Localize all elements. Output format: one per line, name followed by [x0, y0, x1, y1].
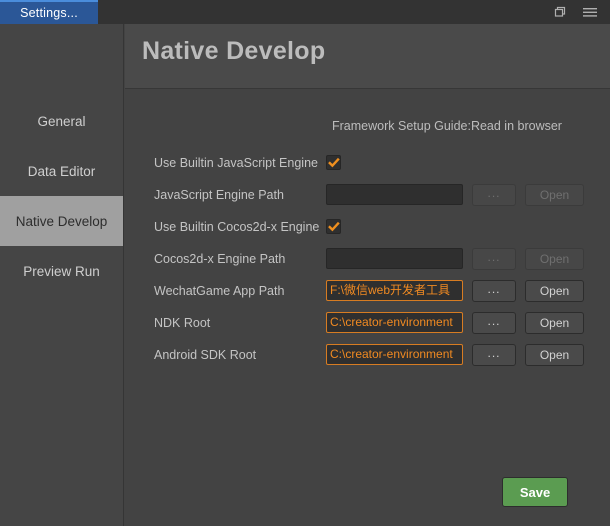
- sidebar-item-preview-run[interactable]: Preview Run: [0, 246, 123, 296]
- row-wechatgame-app-path: WechatGame App Path F:\微信web开发者工具 ... Op…: [126, 275, 610, 306]
- title-bar-spacer: [98, 0, 552, 24]
- javascript-engine-path-input[interactable]: [326, 184, 463, 205]
- android-sdk-root-input[interactable]: C:\creator-environment: [326, 344, 463, 365]
- row-use-builtin-cocos2dx-engine: Use Builtin Cocos2d-x Engine: [126, 211, 610, 242]
- window-controls: [552, 0, 610, 24]
- row-label: Use Builtin JavaScript Engine: [154, 155, 318, 170]
- use-builtin-cocos2dx-engine-checkbox[interactable]: [326, 219, 341, 234]
- row-javascript-engine-path: JavaScript Engine Path ... Open: [126, 179, 610, 210]
- row-label: NDK Root: [154, 315, 211, 330]
- row-label: Android SDK Root: [154, 347, 257, 362]
- javascript-engine-path-browse-button[interactable]: ...: [472, 183, 516, 206]
- wechatgame-app-path-input[interactable]: F:\微信web开发者工具: [326, 280, 463, 301]
- cocos2dx-engine-path-open-button[interactable]: Open: [525, 247, 584, 270]
- tab-settings-label: Settings...: [20, 6, 78, 20]
- row-label: Use Builtin Cocos2d-x Engine: [154, 219, 320, 234]
- wechatgame-app-path-browse-button[interactable]: ...: [472, 279, 516, 302]
- restore-window-icon[interactable]: [552, 4, 568, 20]
- row-label: JavaScript Engine Path: [154, 187, 284, 202]
- wechatgame-app-path-open-button[interactable]: Open: [525, 279, 584, 302]
- page-header: Native Develop: [125, 24, 610, 88]
- framework-setup-guide-link[interactable]: Framework Setup Guide:Read in browser: [332, 119, 562, 133]
- android-sdk-root-browse-button[interactable]: ...: [472, 343, 516, 366]
- native-develop-form: Use Builtin JavaScript Engine JavaScript…: [126, 147, 610, 371]
- sidebar-item-native-develop[interactable]: Native Develop: [0, 196, 123, 246]
- android-sdk-root-open-button[interactable]: Open: [525, 343, 584, 366]
- sidebar-item-general[interactable]: General: [0, 96, 123, 146]
- cocos2dx-engine-path-browse-button[interactable]: ...: [472, 247, 516, 270]
- tab-settings[interactable]: Settings...: [0, 0, 98, 24]
- ndk-root-input[interactable]: C:\creator-environment: [326, 312, 463, 333]
- settings-content: Framework Setup Guide:Read in browser Us…: [126, 89, 610, 526]
- row-use-builtin-javascript-engine: Use Builtin JavaScript Engine: [126, 147, 610, 178]
- row-label: WechatGame App Path: [154, 283, 285, 298]
- title-bar: Settings...: [0, 0, 610, 24]
- page-title: Native Develop: [142, 37, 326, 65]
- sidebar-item-label: General: [37, 113, 86, 129]
- javascript-engine-path-open-button[interactable]: Open: [525, 183, 584, 206]
- sidebar: General Data Editor Native Develop Previ…: [0, 24, 124, 526]
- sidebar-item-label: Preview Run: [23, 263, 100, 279]
- sidebar-item-data-editor[interactable]: Data Editor: [0, 146, 123, 196]
- hamburger-menu-icon[interactable]: [582, 4, 598, 20]
- row-android-sdk-root: Android SDK Root C:\creator-environment …: [126, 339, 610, 370]
- check-icon: [327, 221, 340, 231]
- settings-window: Settings... Native Develop General Data …: [0, 0, 610, 526]
- use-builtin-javascript-engine-checkbox[interactable]: [326, 155, 341, 170]
- ndk-root-browse-button[interactable]: ...: [472, 311, 516, 334]
- sidebar-item-label: Native Develop: [15, 213, 108, 229]
- sidebar-item-label: Data Editor: [27, 163, 96, 179]
- check-icon: [327, 157, 340, 167]
- cocos2dx-engine-path-input[interactable]: [326, 248, 463, 269]
- row-ndk-root: NDK Root C:\creator-environment ... Open: [126, 307, 610, 338]
- row-cocos2dx-engine-path: Cocos2d-x Engine Path ... Open: [126, 243, 610, 274]
- ndk-root-open-button[interactable]: Open: [525, 311, 584, 334]
- row-label: Cocos2d-x Engine Path: [154, 251, 286, 266]
- save-button[interactable]: Save: [502, 477, 568, 507]
